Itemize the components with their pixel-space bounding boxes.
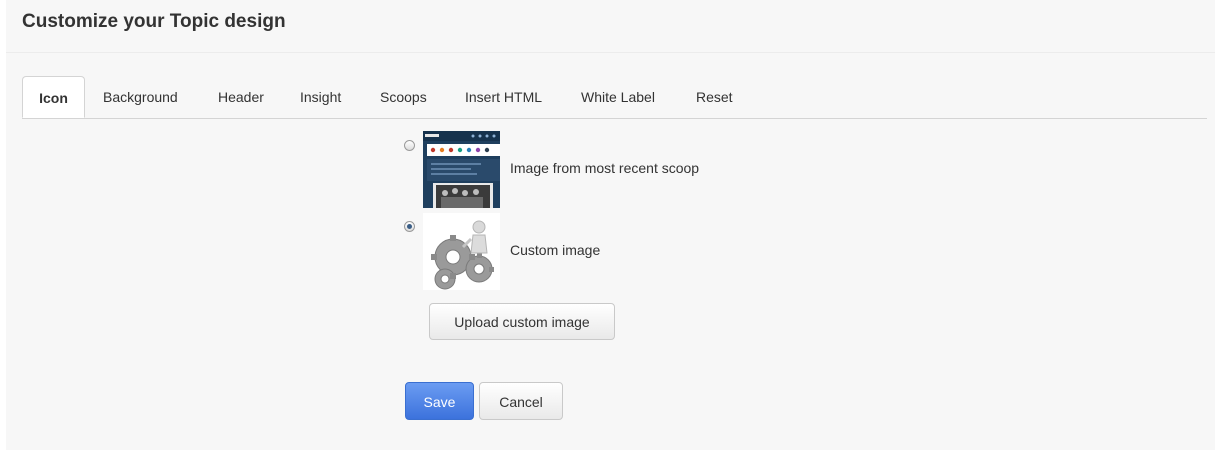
save-button[interactable]: Save <box>405 382 474 420</box>
gears-figure-image <box>431 220 494 290</box>
scoop-screenshot-image <box>423 131 500 208</box>
custom-image-radio[interactable] <box>404 221 415 232</box>
cancel-button[interactable]: Cancel <box>479 382 563 420</box>
tab-scoops[interactable]: Scoops <box>380 77 427 118</box>
tab-reset[interactable]: Reset <box>696 77 733 118</box>
tab-white-label[interactable]: White Label <box>581 77 655 118</box>
recent-scoop-thumbnail <box>423 131 500 208</box>
custom-image-label: Custom image <box>510 242 601 258</box>
recent-scoop-label: Image from most recent scoop <box>510 160 700 176</box>
tab-insight[interactable]: Insight <box>300 77 341 118</box>
tab-header[interactable]: Header <box>218 77 264 118</box>
page-title: Customize your Topic design <box>22 11 286 32</box>
upload-custom-image-button[interactable]: Upload custom image <box>429 303 615 340</box>
tab-bar: Icon Background Header Insight Scoops In… <box>22 76 1207 119</box>
tab-insert-html[interactable]: Insert HTML <box>465 77 542 118</box>
header-divider <box>6 52 1215 53</box>
tab-icon[interactable]: Icon <box>22 76 85 118</box>
customize-panel: Customize your Topic design Icon Backgro… <box>6 0 1215 450</box>
recent-scoop-radio[interactable] <box>404 140 415 151</box>
tab-background[interactable]: Background <box>103 77 178 118</box>
custom-image-thumbnail <box>423 213 500 290</box>
